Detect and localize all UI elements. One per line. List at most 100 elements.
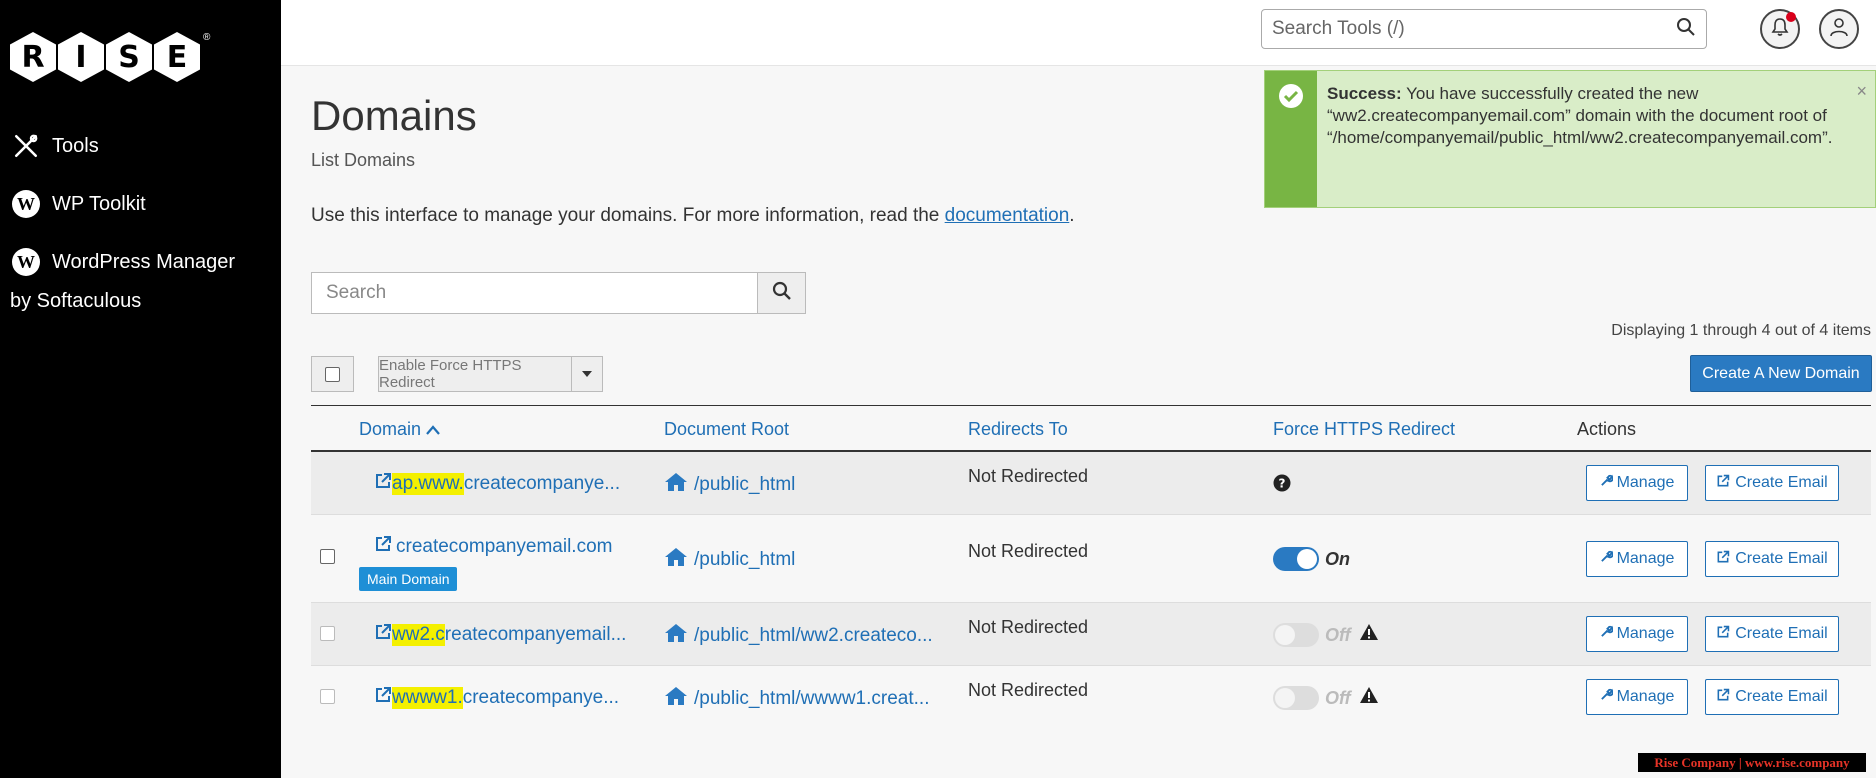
create-email-button[interactable]: Create Email (1705, 679, 1839, 715)
logo-letter: R (10, 32, 56, 82)
alert-icon-bar (1265, 71, 1317, 207)
notification-dot (1786, 12, 1796, 22)
sidebar-item-label: Tools (52, 134, 99, 157)
search-tools-field[interactable] (1261, 9, 1707, 49)
document-root-path: /public_html (694, 549, 796, 570)
toggle-switch[interactable] (1273, 623, 1319, 647)
redirect-status: Not Redirected (968, 466, 1089, 486)
toggle-switch[interactable] (1273, 547, 1319, 571)
domain-link[interactable]: ap.www. createcompanye... (374, 472, 620, 496)
force-https-toggle[interactable]: Off (1273, 686, 1379, 710)
domain-highlight: ap.www. (392, 473, 464, 495)
home-icon (664, 472, 688, 498)
row-checkbox[interactable] (320, 689, 335, 704)
close-icon[interactable]: × (1856, 81, 1867, 102)
domain-search-button[interactable] (757, 272, 806, 314)
manage-button[interactable]: Manage (1586, 616, 1688, 652)
success-alert: Success: You have successfully created t… (1264, 70, 1876, 208)
manage-button[interactable]: Manage (1586, 541, 1688, 577)
user-icon (1829, 17, 1849, 42)
column-header-domain[interactable]: Domain (359, 419, 440, 440)
domain-link[interactable]: wwww1. createcompanye... (374, 686, 619, 710)
sidebar-item-sublabel[interactable]: by Softaculous (10, 290, 141, 313)
logo-letter: I (58, 32, 104, 82)
sidebar-item-wordpress-manager[interactable]: W WordPress Manager (12, 248, 235, 276)
domain-highlight: wwww1. (392, 687, 463, 709)
manage-button[interactable]: Manage (1586, 465, 1688, 501)
page-intro: Use this interface to manage your domain… (311, 205, 1075, 227)
search-icon[interactable] (1676, 17, 1696, 42)
intro-end: . (1069, 205, 1075, 226)
documentation-link[interactable]: documentation (945, 205, 1070, 226)
rise-logo[interactable]: R I S E ® (10, 32, 210, 82)
warning-icon[interactable] (1359, 686, 1379, 710)
home-icon (664, 623, 688, 649)
page-title: Domains (311, 92, 477, 139)
document-root-link[interactable]: /public_html (664, 547, 795, 573)
domain-link[interactable]: createcompanyemail.com (374, 535, 612, 559)
column-header-redirects-to[interactable]: Redirects To (968, 419, 1068, 440)
wordpress-icon: W (12, 248, 40, 276)
document-root-link[interactable]: /public_html/wwww1.creat... (664, 686, 929, 712)
manage-label: Manage (1616, 625, 1675, 642)
bulk-force-https-button[interactable]: Enable Force HTTPS Redirect (378, 356, 603, 392)
select-all-button[interactable] (311, 356, 354, 392)
bulk-action-label: Enable Force HTTPS Redirect (379, 357, 522, 391)
external-link-icon (374, 686, 392, 710)
watermark: Rise Company | www.rise.company (1638, 753, 1866, 772)
document-root-link[interactable]: /public_html/ww2.createco... (664, 623, 933, 649)
warning-icon[interactable] (1359, 623, 1379, 647)
create-email-button[interactable]: Create Email (1705, 616, 1839, 652)
manage-button[interactable]: Manage (1586, 679, 1688, 715)
create-email-button[interactable]: Create Email (1705, 465, 1839, 501)
search-tools-input[interactable] (1272, 18, 1676, 40)
domain-link[interactable]: ww2.c reatecompanyemail... (374, 623, 626, 647)
domain-search-input[interactable] (326, 282, 743, 304)
tools-icon (12, 132, 40, 160)
notifications-button[interactable] (1760, 9, 1800, 49)
external-link-icon (1716, 474, 1730, 493)
row-checkbox[interactable] (320, 626, 335, 641)
select-all-checkbox[interactable] (325, 366, 340, 382)
topbar (281, 0, 1876, 66)
force-https-toggle[interactable]: Off (1273, 623, 1379, 647)
table-row: createcompanyemail.com Main Domain /publ… (311, 515, 1871, 603)
table-row: wwww1. createcompanye... /public_html/www… (311, 666, 1871, 729)
domain-name: createcompanye... (462, 687, 620, 708)
question-circle-icon[interactable]: ? (1273, 474, 1291, 498)
column-header-actions: Actions (1577, 419, 1637, 439)
chevron-down-icon[interactable] (571, 357, 602, 391)
force-https-toggle[interactable]: On (1273, 547, 1350, 571)
table-row: ap.www. createcompanye... /public_html No… (311, 452, 1871, 515)
domain-name: createcompanyemail.com (396, 536, 613, 557)
page-subtitle: List Domains (311, 150, 416, 170)
create-email-label: Create Email (1735, 625, 1828, 642)
redirect-status: Not Redirected (968, 541, 1089, 561)
wrench-icon (1600, 625, 1614, 643)
sidebar-item-label: WordPress Manager (52, 250, 236, 273)
home-icon (664, 547, 688, 573)
domain-search-field[interactable] (311, 272, 758, 314)
user-menu-button[interactable] (1819, 9, 1859, 49)
domain-highlight: ww2.c (392, 624, 445, 646)
logo-letter: S (106, 32, 152, 82)
sidebar-item-wp-toolkit[interactable]: W WP Toolkit (12, 190, 146, 218)
sidebar-item-label: WP Toolkit (52, 192, 146, 215)
column-header-force-https[interactable]: Force HTTPS Redirect (1273, 419, 1455, 440)
row-checkbox[interactable] (320, 549, 335, 564)
create-email-button[interactable]: Create Email (1705, 541, 1839, 577)
wrench-icon (1600, 550, 1614, 568)
create-email-label: Create Email (1735, 550, 1828, 567)
column-header-document-root[interactable]: Document Root (664, 419, 789, 440)
sidebar-item-tools[interactable]: Tools (12, 132, 99, 160)
create-email-label: Create Email (1735, 688, 1828, 705)
toggle-switch[interactable] (1273, 686, 1319, 710)
domains-table: Domain Document Root Redirects To Force … (311, 405, 1871, 729)
document-root-link[interactable]: /public_html (664, 472, 795, 498)
create-domain-button[interactable]: Create A New Domain (1690, 355, 1872, 392)
alert-text: You have successfully created the new “w… (1327, 84, 1833, 147)
wordpress-icon: W (12, 190, 40, 218)
search-icon (772, 281, 792, 306)
sidebar: R I S E ® Tools W WP Toolkit W WordPress… (0, 0, 281, 778)
svg-text:?: ? (1279, 477, 1286, 491)
